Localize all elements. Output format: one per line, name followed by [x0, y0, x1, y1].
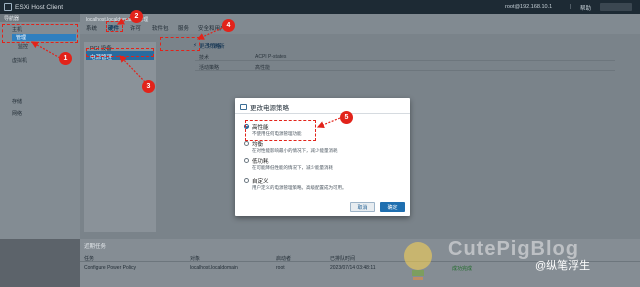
- lightbulb-logo-icon: [404, 242, 432, 280]
- task-initiator-cell: root: [276, 265, 285, 271]
- tab-license[interactable]: 许可: [130, 24, 141, 32]
- top-bar: ESXi Host Client root@192.168.10.1 | 帮助: [0, 0, 640, 14]
- radio-button[interactable]: [244, 178, 249, 183]
- option-desc: 用户定义的电源管理策略。高级配置成为可用。: [252, 185, 347, 190]
- option-name: 自定义: [252, 179, 269, 185]
- vmware-logo-icon: [4, 3, 12, 11]
- hardware-subnav: PCI 设备 电源管理: [84, 42, 156, 232]
- help-menu[interactable]: 帮助: [580, 4, 591, 12]
- refresh-label: 刷新: [213, 44, 225, 50]
- option-desc: 在对性能影响最小的情况下，减少能量消耗: [252, 148, 338, 153]
- app-title: ESXi Host Client: [15, 3, 64, 11]
- annotation-box-change-policy: [160, 37, 200, 51]
- option-desc: 在可能降低性能的情况下，减少能量消耗: [252, 165, 333, 170]
- nav-item-network[interactable]: 网络: [12, 110, 22, 117]
- recent-tasks-header: 近期任务: [84, 244, 107, 250]
- annotation-box-hardware: [106, 21, 123, 32]
- annotation-box-manage: [2, 24, 78, 43]
- author-watermark: @纵笔浮生: [535, 260, 591, 272]
- table-cell-value: 高性能: [255, 65, 271, 71]
- option-name: 均衡: [252, 142, 264, 148]
- task-name-cell[interactable]: Configure Power Policy: [84, 265, 136, 271]
- nav-item-storage[interactable]: 存储: [12, 98, 22, 105]
- task-queued-cell: 2023/07/14 03:48:11: [330, 265, 376, 271]
- annotation-marker: 1: [59, 52, 72, 65]
- task-target-cell[interactable]: localhost.localdomain: [190, 265, 238, 271]
- content-header: localhost.localdomain - 管理 系统 硬件 许可 软件包 …: [80, 14, 640, 34]
- annotation-marker: 4: [222, 19, 235, 32]
- annotation-marker: 2: [130, 10, 143, 23]
- annotation-marker: 5: [340, 111, 353, 124]
- cancel-button[interactable]: 取消: [350, 202, 375, 212]
- option-name: 低功耗: [252, 159, 269, 165]
- table-cell-value: ACPI P-states: [255, 54, 287, 60]
- tab-system[interactable]: 系统: [86, 24, 97, 32]
- user-menu[interactable]: root@192.168.10.1: [505, 4, 552, 10]
- change-power-policy-dialog: 更改电源策略 高性能 不使用任何电源管理功能 均衡 在对性能影响最小的情况下，减…: [235, 98, 410, 216]
- dialog-title: 更改电源策略: [240, 102, 289, 112]
- refresh-control[interactable]: ↻ 刷新: [206, 42, 225, 50]
- annotation-box-power: [86, 48, 154, 57]
- table-row: 技术 ACPI P-states: [195, 52, 615, 61]
- table-cell-key: 活动策略: [199, 65, 220, 71]
- search-input[interactable]: [600, 3, 632, 11]
- tab-packages[interactable]: 软件包: [152, 24, 169, 32]
- navigator-panel: 导航器 主机 管理 监控 虚拟机 存储 网络: [0, 14, 80, 239]
- refresh-icon: ↻: [207, 43, 212, 49]
- navigator-header: 导航器: [0, 14, 80, 22]
- ok-button[interactable]: 确定: [380, 202, 405, 212]
- table-cell-key: 技术: [199, 55, 210, 61]
- task-status-cell: 成功完成: [452, 266, 473, 272]
- tab-services[interactable]: 服务: [178, 24, 189, 32]
- radio-button[interactable]: [244, 141, 249, 146]
- table-row: 活动策略 高性能: [195, 62, 615, 71]
- nav-item-monitor[interactable]: 监控: [18, 43, 28, 50]
- annotation-box-high-performance: [245, 120, 316, 141]
- separator: |: [570, 4, 572, 10]
- divider: [235, 113, 410, 114]
- annotation-marker: 3: [142, 80, 155, 93]
- dialog-title-text: 更改电源策略: [250, 105, 289, 112]
- power-icon: [240, 104, 247, 110]
- radio-button[interactable]: [244, 158, 249, 163]
- nav-item-vms[interactable]: 虚拟机: [12, 57, 27, 64]
